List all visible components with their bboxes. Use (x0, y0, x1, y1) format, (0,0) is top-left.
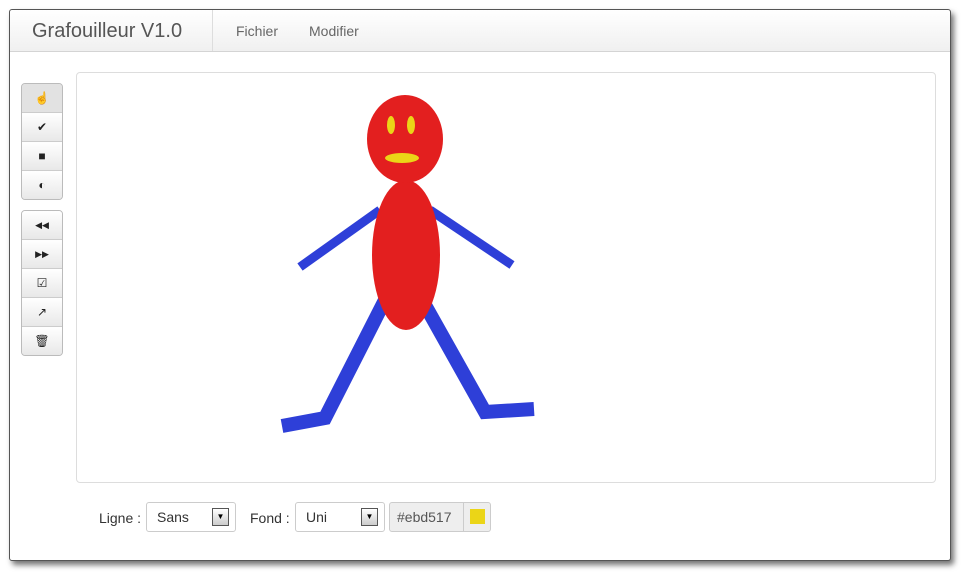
line-select[interactable]: Sans ▼ (146, 502, 236, 532)
validate-tool-button[interactable]: ✔ (22, 113, 62, 142)
shape-tool-button[interactable]: ■ (22, 142, 62, 171)
check-square-button[interactable]: ☑ (22, 269, 62, 298)
right-arm[interactable] (427, 206, 515, 269)
contrast-tool-button[interactable]: ◐ (22, 171, 62, 199)
fill-select[interactable]: Uni ▼ (295, 502, 385, 532)
fill-label: Fond : (250, 510, 290, 526)
contrast-icon: ◐ (38, 178, 46, 192)
drawing-canvas[interactable] (76, 72, 936, 483)
share-button[interactable]: ↗ (22, 298, 62, 327)
fill-select-value: Uni (306, 509, 328, 525)
menu-modifier[interactable]: Modifier (309, 23, 359, 39)
forward-icon: ▶▶ (35, 248, 49, 259)
menu-fichier[interactable]: Fichier (236, 23, 278, 39)
color-picker[interactable]: #ebd517 (389, 502, 491, 532)
navbar-divider (212, 10, 213, 51)
backward-icon: ◀◀ (35, 219, 49, 230)
select-tool-button[interactable]: ☝ (22, 84, 62, 113)
check-square-icon: ☑ (36, 276, 48, 290)
color-swatch[interactable] (470, 509, 485, 524)
head[interactable] (367, 95, 443, 183)
chevron-down-icon: ▼ (212, 508, 229, 526)
tool-group-2: ◀◀ ▶▶ ☑ ↗ 🗑 (21, 210, 63, 356)
delete-button[interactable]: 🗑 (22, 327, 62, 355)
tool-group-1: ☝ ✔ ■ ◐ (21, 83, 63, 200)
navbar: Grafouilleur V1.0 Fichier Modifier (10, 10, 950, 52)
chevron-down-icon: ▼ (361, 508, 378, 526)
drawing (280, 95, 535, 433)
send-back-button[interactable]: ◀◀ (22, 211, 62, 240)
line-label: Ligne : (99, 510, 142, 526)
check-icon: ✔ (36, 120, 48, 134)
right-eye[interactable] (407, 116, 415, 134)
body[interactable] (372, 180, 440, 330)
line-select-value: Sans (157, 509, 189, 525)
app-title: Grafouilleur V1.0 (32, 20, 183, 42)
right-leg[interactable] (418, 301, 535, 420)
left-leg[interactable] (280, 296, 392, 433)
left-eye[interactable] (387, 116, 395, 134)
left-arm[interactable] (297, 206, 383, 271)
bring-front-button[interactable]: ▶▶ (22, 240, 62, 269)
app-window: Grafouilleur V1.0 Fichier Modifier ☝ ✔ ■… (9, 9, 951, 561)
hand-pointer-icon: ☝ (34, 91, 50, 105)
color-hex-input[interactable]: #ebd517 (397, 509, 452, 525)
square-icon: ■ (38, 149, 46, 163)
trash-icon: 🗑 (34, 334, 50, 348)
share-icon: ↗ (36, 305, 48, 319)
mouth[interactable] (385, 153, 419, 163)
